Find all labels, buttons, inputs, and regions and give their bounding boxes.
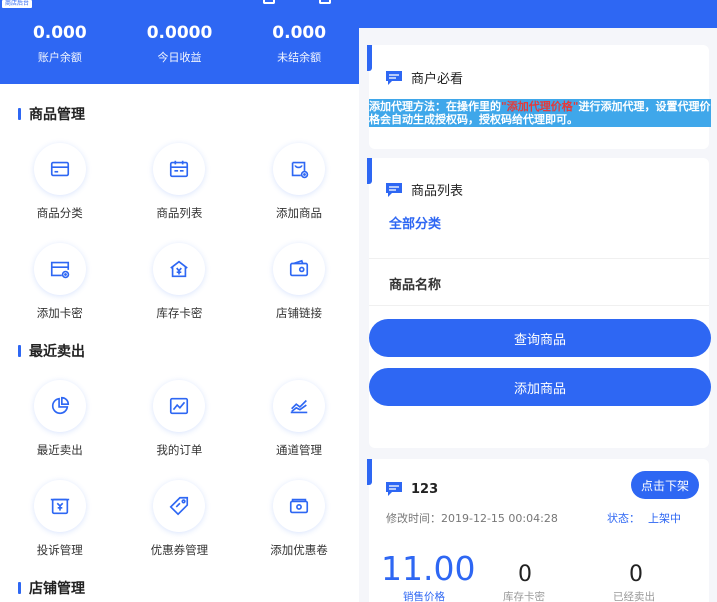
card-accent	[367, 45, 372, 71]
menu-item-label: 添加优惠卷	[270, 543, 328, 557]
brand-tag: 商店后台	[2, 0, 33, 8]
menu-item-label: 我的订单	[156, 443, 203, 457]
yen-box-icon	[33, 480, 86, 532]
recent-grid: 最近卖出 我的订单 通道管理 投诉管理 优惠券管理 添加优惠卷	[0, 380, 359, 580]
product-name: 123	[411, 481, 439, 497]
stat-today-income[interactable]: 0.0000 今日收益	[120, 22, 240, 65]
menu-item-label: 库存卡密	[156, 306, 203, 320]
goods-name-field[interactable]: 商品名称	[389, 274, 441, 293]
add-goods-button[interactable]: 添加商品	[369, 368, 711, 406]
notice-card-header: 商户必看	[385, 68, 463, 87]
sale-price: 11.00	[381, 549, 476, 588]
tag-icon	[153, 480, 206, 532]
area-chart-icon	[272, 380, 325, 432]
status: 状态： 上架中	[607, 510, 681, 526]
menu-item-label: 投诉管理	[36, 543, 83, 557]
notice-text-highlight: "添加代理价格"	[501, 100, 579, 113]
menu-item-goods-list[interactable]: 商品列表	[120, 143, 240, 243]
voucher-icon	[272, 480, 325, 532]
stat-unsettled[interactable]: 0.000 未结余额	[239, 22, 359, 65]
stat-label: 今日收益	[157, 51, 202, 64]
menu-item-recent-sold[interactable]: 最近卖出	[0, 380, 120, 480]
section-title-recent: 最近卖出	[18, 341, 85, 361]
stat-value: 0.0000	[146, 23, 213, 43]
divider	[369, 258, 709, 259]
message-icon	[386, 482, 402, 496]
goods-pane: 商户必看 添加代理方法：在操作里的"添加代理价格"进行添加代理，设置代理价格会自…	[359, 0, 717, 602]
goods-grid: 商品分类 商品列表 添加商品 添加卡密 库存卡密 店铺链接	[0, 143, 359, 343]
menu-item-category[interactable]: 商品分类	[0, 143, 120, 243]
modified-time: 修改时间：2019-12-15 00:04:28	[386, 510, 558, 526]
status-value: 上架中	[648, 512, 681, 525]
stats-header: 商店后台 0.000 账户余额 0.0000 今日收益 0.000 未结余额	[0, 0, 359, 84]
stat-value: 0.000	[32, 23, 87, 43]
menu-item-add-coupon[interactable]: 添加优惠卷	[239, 480, 359, 580]
notice-card-title: 商户必看	[411, 72, 464, 87]
menu-item-label: 通道管理	[275, 443, 322, 457]
menu-item-coupon-manage[interactable]: 优惠券管理	[120, 480, 240, 580]
goods-list-header: 商品列表	[385, 180, 463, 199]
divider	[369, 305, 709, 306]
notice-text-before: 添加代理方法：在操作里的	[369, 100, 501, 113]
card-accent	[367, 459, 372, 485]
menu-item-label: 优惠券管理	[150, 543, 209, 557]
query-goods-button[interactable]: 查询商品	[369, 319, 711, 357]
section-title-shop: 店铺管理	[18, 578, 85, 598]
notice-card: 商户必看	[367, 45, 709, 149]
notice-text: 添加代理方法：在操作里的"添加代理价格"进行添加代理，设置代理价格会自动生成授权…	[369, 99, 711, 127]
status-label: 状态：	[607, 512, 640, 525]
menu-item-label: 最近卖出	[36, 443, 83, 457]
stock-count: 0	[518, 562, 532, 587]
wallet-icon	[272, 243, 325, 295]
dashboard-pane: 商店后台 0.000 账户余额 0.0000 今日收益 0.000 未结余额 商…	[0, 0, 359, 602]
settings-icon[interactable]	[319, 0, 331, 4]
menu-item-label: 添加商品	[275, 206, 322, 220]
category-select[interactable]: 全部分类	[389, 213, 441, 232]
sold-count: 0	[629, 562, 643, 587]
stat-value: 0.000	[272, 23, 327, 43]
line-chart-icon	[153, 380, 206, 432]
sold-label: 已经卖出	[613, 591, 655, 602]
house-yen-icon	[153, 243, 206, 295]
menu-item-complaint[interactable]: 投诉管理	[0, 480, 120, 580]
header-icons	[263, 0, 331, 4]
menu-item-add-goods[interactable]: 添加商品	[239, 143, 359, 243]
menu-item-label: 商品分类	[36, 206, 83, 220]
modified-label: 修改时间：	[386, 512, 441, 525]
menu-item-shop-link[interactable]: 店铺链接	[239, 243, 359, 343]
sale-price-label: 销售价格	[403, 591, 445, 602]
goods-list-title: 商品列表	[411, 184, 464, 199]
app-root: 商店后台 0.000 账户余额 0.0000 今日收益 0.000 未结余额 商…	[0, 0, 717, 602]
message-icon[interactable]	[263, 0, 275, 4]
unlist-button[interactable]: 点击下架	[631, 471, 700, 499]
modified-value: 2019-12-15 00:04:28	[441, 512, 558, 525]
card-accent	[367, 158, 372, 184]
menu-item-label: 添加卡密	[36, 306, 83, 320]
message-icon	[386, 70, 402, 85]
stock-label: 库存卡密	[503, 591, 545, 602]
stat-balance[interactable]: 0.000 账户余额	[0, 22, 120, 65]
menu-item-channel[interactable]: 通道管理	[239, 380, 359, 480]
product-header: 123	[385, 481, 438, 497]
stat-label: 账户余额	[37, 51, 82, 64]
section-title-goods: 商品管理	[18, 104, 85, 124]
pie-chart-icon	[33, 380, 86, 432]
menu-item-label: 商品列表	[156, 206, 203, 220]
menu-item-stock-card[interactable]: 库存卡密	[120, 243, 240, 343]
calendar-icon	[153, 143, 206, 195]
message-icon	[386, 182, 402, 197]
menu-item-label: 店铺链接	[275, 306, 322, 320]
menu-item-my-orders[interactable]: 我的订单	[120, 380, 240, 480]
stats-row: 0.000 账户余额 0.0000 今日收益 0.000 未结余额	[0, 22, 359, 65]
menu-item-add-card[interactable]: 添加卡密	[0, 243, 120, 343]
bag-plus-icon	[272, 143, 325, 195]
card-icon	[33, 143, 86, 195]
stat-label: 未结余额	[277, 51, 322, 64]
card-plus-icon	[33, 243, 86, 295]
